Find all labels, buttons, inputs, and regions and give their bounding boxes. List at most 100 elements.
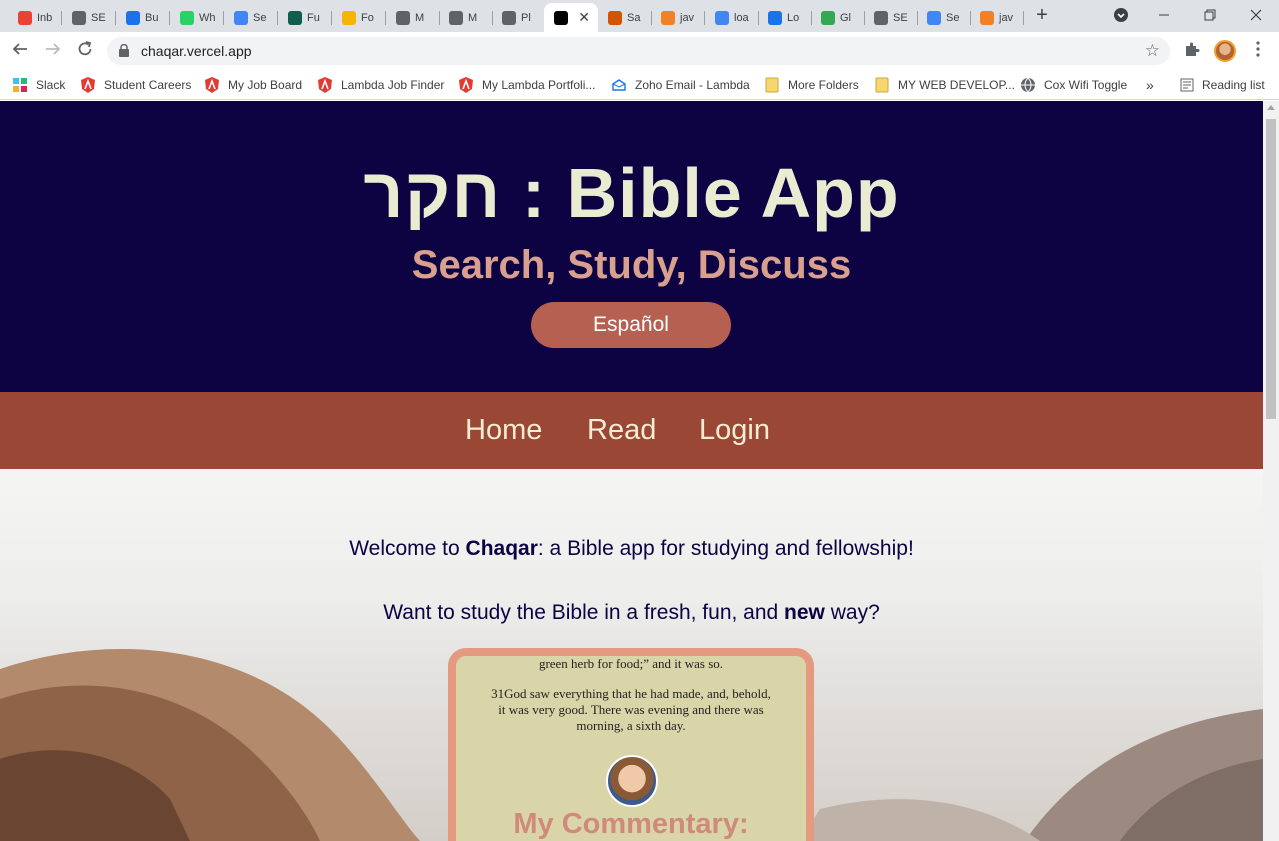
kebab-menu-icon (1256, 41, 1260, 57)
bookmark-label: Slack (36, 78, 66, 92)
browser-tab[interactable]: Bu (116, 3, 170, 32)
bookmark-star-icon[interactable]: ☆ (1145, 41, 1160, 61)
browser-tab[interactable]: Sa (598, 3, 652, 32)
tab-title: M (468, 11, 478, 24)
bookmarks-overflow-button[interactable]: » (1146, 76, 1154, 94)
p-logo-icon (449, 10, 463, 25)
browser-tab[interactable]: SE (864, 3, 918, 32)
google-icon (715, 10, 729, 25)
scroll-up-arrow-icon[interactable] (1267, 105, 1275, 110)
commentary-heading: My Commentary: (513, 808, 749, 840)
page-scrollbar[interactable] (1263, 101, 1279, 841)
tab-title: Wh (199, 11, 216, 24)
tab-search-button[interactable] (1098, 0, 1144, 30)
browser-tab[interactable]: M (386, 3, 440, 32)
bookmark-label: More Folders (788, 78, 859, 92)
nav-home-link[interactable]: Home (465, 411, 542, 449)
reload-button[interactable] (74, 40, 96, 62)
reading-list-icon (1180, 78, 1194, 92)
new-tab-button[interactable]: + (1031, 4, 1053, 26)
bookmark-label: Cox Wifi Toggle (1044, 78, 1128, 92)
folder-icon (764, 77, 780, 93)
v-logo-icon (126, 10, 140, 25)
welcome-suffix: : a Bible app for studying and fellowshi… (537, 537, 914, 560)
bookmark-item[interactable]: MY WEB DEVELOP... (874, 76, 1015, 94)
close-window-button[interactable] (1233, 0, 1279, 30)
globe-icon (1020, 77, 1036, 93)
lambda-icon (458, 77, 474, 93)
tab-title: Se (253, 11, 267, 24)
tab-title: loa (734, 11, 749, 24)
zoho-icon (611, 77, 627, 93)
tab-title: SE (893, 11, 908, 24)
lambda-icon (317, 77, 333, 93)
lambda-icon (80, 77, 96, 93)
commentator-avatar (606, 755, 658, 807)
overflow-label: » (1146, 77, 1154, 93)
restore-button[interactable] (1187, 0, 1233, 30)
browser-tab[interactable]: Lo (758, 3, 812, 32)
tab-title: Gl (840, 11, 851, 24)
p-logo-icon (502, 10, 516, 25)
back-button[interactable] (9, 40, 31, 62)
extensions-button[interactable] (1182, 41, 1202, 61)
browser-tab[interactable]: Fu (278, 3, 332, 32)
tab-title: SE (91, 11, 106, 24)
profile-avatar[interactable] (1214, 40, 1236, 62)
lock-icon (119, 44, 129, 57)
tab-title: Se (946, 11, 960, 24)
nav-login-link[interactable]: Login (699, 411, 770, 449)
bookmark-item[interactable]: My Job Board (204, 76, 302, 94)
lambda-icon (204, 77, 220, 93)
browser-tab[interactable]: SE (62, 3, 116, 32)
browser-tab[interactable]: Se (917, 3, 971, 32)
scrollbar-thumb[interactable] (1266, 119, 1276, 419)
tab-title: jav (999, 11, 1014, 24)
browser-tab[interactable]: ✕ (544, 3, 598, 32)
question-suffix: way? (824, 601, 880, 624)
app-preview-card: green herb for food;” and it was so. 31G… (448, 648, 814, 841)
bookmark-label: Zoho Email - Lambda (635, 78, 750, 92)
close-tab-icon[interactable]: ✕ (578, 9, 590, 26)
browser-tab[interactable]: Fo (332, 3, 386, 32)
reading-list-button[interactable]: Reading list (1180, 76, 1265, 94)
question-prefix: Want to study the Bible in a fresh, fun,… (383, 601, 785, 624)
bookmark-item[interactable]: Lambda Job Finder (317, 76, 444, 94)
browser-tab[interactable]: Se (224, 3, 278, 32)
minimize-button[interactable] (1141, 0, 1187, 30)
browser-tab[interactable]: Inb (8, 3, 62, 32)
welcome-prefix: Welcome to (349, 537, 466, 560)
language-toggle-button[interactable]: Español (531, 302, 731, 348)
browser-tab[interactable]: loa (705, 3, 759, 32)
bookmark-item[interactable]: Student Careers (80, 76, 191, 94)
bookmark-item[interactable]: Cox Wifi Toggle (1020, 76, 1127, 94)
reload-icon (78, 41, 92, 56)
address-bar[interactable]: chaqar.vercel.app ☆ (107, 37, 1170, 65)
browser-tab[interactable]: M (439, 3, 493, 32)
browser-tab[interactable]: Gl (811, 3, 865, 32)
bookmark-item[interactable]: Zoho Email - Lambda (611, 76, 750, 94)
browser-tab[interactable]: Wh (170, 3, 224, 32)
welcome-text: Welcome to Chaqar: a Bible app for study… (0, 537, 1263, 561)
tab-separator (1023, 11, 1024, 25)
brand-name: Chaqar (465, 537, 538, 560)
browser-tab[interactable]: jav (970, 3, 1024, 32)
forward-button[interactable] (42, 40, 64, 62)
close-icon (1250, 9, 1262, 21)
tab-title: Bu (145, 11, 159, 24)
globe-icon (72, 10, 86, 25)
bookmark-item[interactable]: Slack (12, 76, 65, 94)
bookmark-item[interactable]: My Lambda Portfoli... (458, 76, 595, 94)
browser-tab[interactable]: Pl (492, 3, 546, 32)
docs-icon (234, 10, 248, 25)
browser-tab-strip: + Inb SE Bu Wh Se Fu Fo M M Pl ✕ Sa jav loa Lo Gl SE Se ja… (0, 0, 1279, 32)
stackoverflow-icon (980, 10, 994, 25)
nav-read-link[interactable]: Read (587, 411, 656, 449)
hero-header: חקר : Bible App Search, Study, Discuss E… (0, 101, 1263, 392)
menu-button[interactable] (1248, 41, 1268, 61)
p-logo-icon (396, 10, 410, 25)
browser-tab[interactable]: jav (651, 3, 705, 32)
minimize-icon (1159, 14, 1169, 16)
chevron-down-icon (1114, 8, 1128, 22)
bookmark-item[interactable]: More Folders (764, 76, 859, 94)
